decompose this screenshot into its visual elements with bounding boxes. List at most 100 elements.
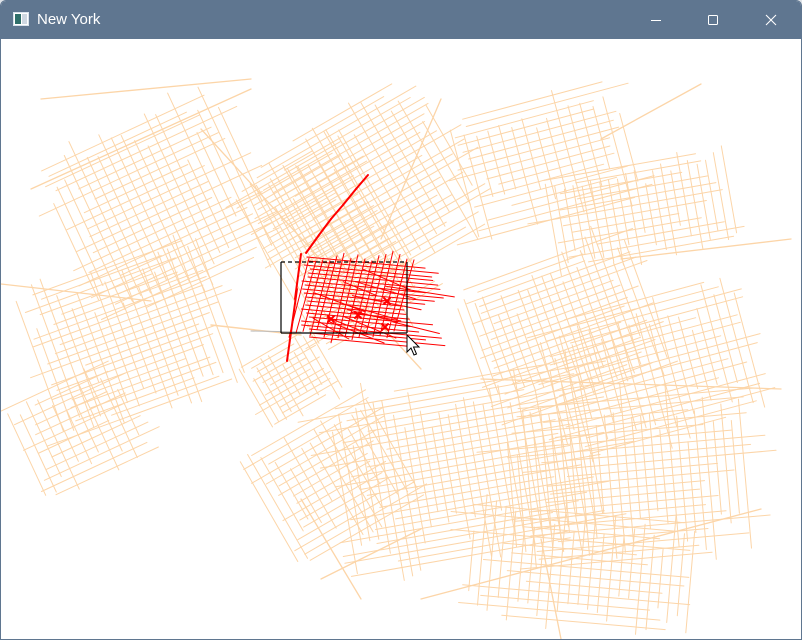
street-segment <box>351 537 571 577</box>
street-segment <box>15 300 64 432</box>
street-segment <box>56 333 214 391</box>
street-segment <box>700 284 733 403</box>
street-segment <box>501 614 666 631</box>
street-segment <box>544 183 562 277</box>
street-segment <box>463 228 634 291</box>
street-segment <box>55 446 159 496</box>
street-segment <box>449 129 480 238</box>
street-segment <box>372 402 405 581</box>
title-bar[interactable]: New York <box>1 1 801 39</box>
street-segment <box>360 409 409 493</box>
street-segment <box>720 403 732 524</box>
street-segment <box>243 397 369 470</box>
street-segment <box>462 81 603 120</box>
street-segment <box>545 523 556 629</box>
street-map[interactable] <box>1 39 801 639</box>
highlighted-street <box>309 336 410 347</box>
app-window-icon <box>13 12 29 26</box>
street-segment <box>712 421 722 515</box>
street-segment <box>431 427 450 523</box>
street-segment <box>447 414 471 540</box>
street-segment <box>310 410 567 456</box>
street-segment <box>565 373 766 428</box>
street-segment <box>506 442 517 548</box>
street-segment <box>525 580 663 594</box>
street-segment <box>37 399 80 490</box>
close-icon <box>765 14 777 26</box>
street-segment <box>526 286 719 339</box>
highway-segment <box>540 538 562 639</box>
street-segment <box>511 412 747 434</box>
street-segment <box>7 413 47 496</box>
street-segment <box>260 358 292 412</box>
arrow-cursor-icon <box>406 333 421 356</box>
street-segment <box>546 288 742 342</box>
street-segment <box>52 405 79 462</box>
street-segment <box>393 363 551 392</box>
street-segment <box>252 344 316 382</box>
street-segment <box>438 412 457 514</box>
street-segment <box>45 114 201 188</box>
street-segment <box>323 130 415 289</box>
street-segment <box>407 392 432 528</box>
street-segment <box>737 398 752 549</box>
highway-segment <box>620 238 792 260</box>
street-segment <box>543 409 689 423</box>
street-segment <box>592 106 611 169</box>
street-segment <box>337 135 416 270</box>
street-segment <box>562 200 707 227</box>
street-segment <box>474 165 628 208</box>
street-segment <box>462 110 617 153</box>
street-network <box>1 78 792 639</box>
street-segment <box>288 358 308 392</box>
street-segment <box>111 375 220 416</box>
street-segment <box>567 532 575 605</box>
street-segment <box>463 134 493 240</box>
street-segment <box>564 281 705 321</box>
street-segment <box>712 152 730 240</box>
street-segment <box>606 515 617 622</box>
street-segment <box>254 155 364 220</box>
street-segment <box>293 452 368 497</box>
highway-segment <box>300 498 362 600</box>
window-title: New York <box>37 11 101 28</box>
street-segment <box>531 275 568 374</box>
street-segment <box>713 294 738 383</box>
close-button[interactable] <box>748 1 794 39</box>
street-segment <box>546 469 735 487</box>
street-segment <box>521 362 653 411</box>
street-segment <box>480 594 650 611</box>
street-segment <box>566 462 718 477</box>
street-segment <box>39 278 95 428</box>
street-segment <box>676 152 692 237</box>
street-segment <box>46 421 149 470</box>
street-segment <box>454 100 594 139</box>
street-segment <box>78 207 248 287</box>
street-segment <box>506 570 685 587</box>
street-segment <box>720 145 738 234</box>
maximize-button[interactable] <box>690 1 736 39</box>
app-window: New York <box>0 0 802 640</box>
highway-segment <box>250 330 302 333</box>
highway-segment <box>40 78 252 100</box>
street-segment <box>386 419 556 450</box>
street-segment <box>619 383 635 547</box>
street-segment <box>533 437 543 532</box>
street-segment <box>247 454 308 559</box>
street-segment <box>468 530 475 592</box>
map-canvas[interactable] <box>1 39 801 639</box>
street-segment <box>486 500 498 611</box>
street-segment <box>301 447 333 502</box>
street-segment <box>279 378 331 408</box>
street-segment <box>374 104 446 227</box>
street-segment <box>83 164 189 214</box>
minimize-button[interactable] <box>633 1 679 39</box>
street-segment <box>267 355 304 417</box>
highway-segment <box>480 378 782 390</box>
street-segment <box>448 137 610 182</box>
street-segment <box>255 371 331 415</box>
street-segment <box>657 548 664 609</box>
street-segment <box>195 238 245 373</box>
street-segment <box>487 130 506 195</box>
street-segment <box>278 429 377 487</box>
